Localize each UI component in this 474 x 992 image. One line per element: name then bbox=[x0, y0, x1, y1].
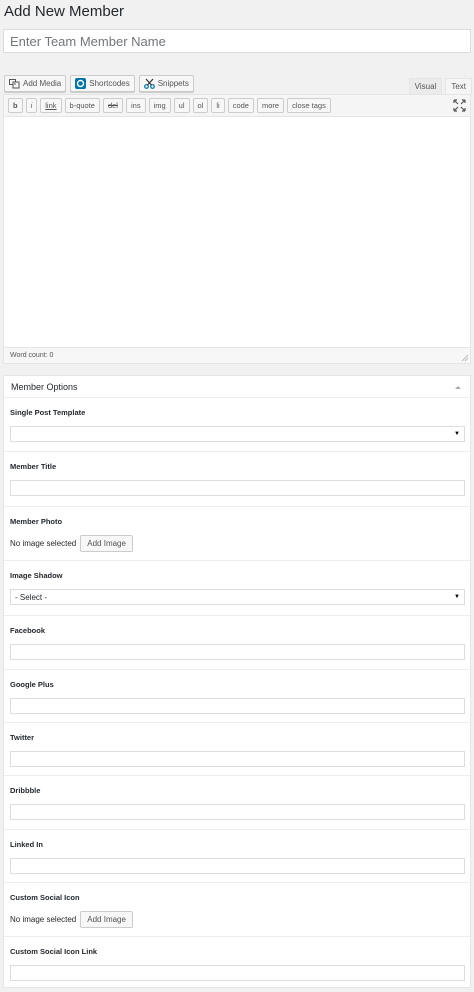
linked-in-input[interactable] bbox=[10, 858, 465, 874]
snippets-button[interactable]: Snippets bbox=[138, 75, 194, 92]
qt-del-button[interactable]: del bbox=[102, 98, 123, 113]
qt-close-tags-button[interactable]: close tags bbox=[287, 98, 331, 113]
qt-li-button[interactable]: li bbox=[211, 98, 225, 113]
dropdown-arrow-icon: ▼ bbox=[454, 594, 460, 600]
facebook-input[interactable] bbox=[10, 644, 465, 660]
add-media-label: Add Media bbox=[23, 79, 62, 88]
resize-handle-icon[interactable] bbox=[461, 354, 469, 362]
qt-bold-button[interactable]: b bbox=[8, 98, 23, 113]
member-photo-status: No image selected bbox=[10, 539, 77, 548]
field-member-photo: Member Photo No image selected Add Image bbox=[4, 507, 470, 561]
member-photo-row: No image selected Add Image bbox=[10, 535, 464, 552]
qt-italic-button[interactable]: i bbox=[25, 98, 38, 113]
image-shadow-value: - Select - bbox=[15, 592, 48, 602]
dropdown-arrow-icon: ▼ bbox=[454, 431, 460, 437]
fullscreen-icon[interactable] bbox=[453, 99, 466, 112]
image-shadow-label: Image Shadow bbox=[10, 571, 63, 580]
member-title-label: Member Title bbox=[10, 462, 57, 471]
field-single-post-template: Single Post Template ▼ bbox=[4, 398, 470, 452]
content-textarea[interactable] bbox=[4, 117, 470, 347]
page-title: Add New Member bbox=[4, 3, 125, 20]
single-post-template-select[interactable]: ▼ bbox=[10, 426, 465, 442]
qt-img-button[interactable]: img bbox=[148, 98, 171, 113]
member-options-header[interactable]: Member Options bbox=[4, 376, 470, 398]
field-twitter: Twitter bbox=[4, 723, 470, 776]
google-plus-label: Google Plus bbox=[10, 680, 54, 689]
custom-social-icon-label: Custom Social Icon bbox=[10, 893, 80, 902]
google-plus-input[interactable] bbox=[10, 698, 465, 714]
member-photo-label: Member Photo bbox=[10, 517, 63, 526]
quicktags-toolbar: b i link b-quote del ins img ul ol li co… bbox=[4, 95, 470, 117]
shortcodes-button[interactable]: Shortcodes bbox=[70, 75, 135, 92]
twitter-input[interactable] bbox=[10, 751, 465, 767]
dribbble-label: Dribbble bbox=[10, 786, 41, 795]
linked-in-label: Linked In bbox=[10, 840, 43, 849]
shortcodes-label: Shortcodes bbox=[89, 79, 130, 88]
member-title-input[interactable] bbox=[10, 480, 465, 496]
word-count: Word count: 0 bbox=[10, 352, 54, 359]
facebook-label: Facebook bbox=[10, 626, 46, 635]
custom-social-icon-row: No image selected Add Image bbox=[10, 911, 464, 928]
dribbble-input[interactable] bbox=[10, 804, 465, 820]
qt-more-button[interactable]: more bbox=[256, 98, 285, 113]
qt-code-button[interactable]: code bbox=[227, 98, 254, 113]
tab-text[interactable]: Text bbox=[445, 78, 472, 94]
add-media-button[interactable]: Add Media bbox=[4, 75, 67, 92]
qt-ins-button[interactable]: ins bbox=[125, 98, 146, 113]
shortcodes-icon bbox=[75, 78, 87, 89]
single-post-template-label: Single Post Template bbox=[10, 408, 86, 417]
qt-bquote-button[interactable]: b-quote bbox=[64, 98, 100, 113]
member-options-title: Member Options bbox=[11, 381, 78, 392]
custom-social-icon-link-input[interactable] bbox=[10, 965, 465, 981]
field-linked-in: Linked In bbox=[4, 830, 470, 883]
custom-social-icon-link-label: Custom Social Icon Link bbox=[10, 947, 98, 956]
member-options-box: Member Options Single Post Template ▼ Me… bbox=[3, 375, 471, 988]
status-bar: Word count: 0 bbox=[4, 347, 470, 363]
field-custom-social-icon-link: Custom Social Icon Link bbox=[4, 937, 470, 989]
collapse-arrow-icon[interactable] bbox=[454, 383, 462, 391]
twitter-label: Twitter bbox=[10, 733, 35, 742]
field-image-shadow: Image Shadow - Select - ▼ bbox=[4, 561, 470, 616]
media-buttons: Add Media Shortcodes Snippets bbox=[4, 75, 194, 92]
qt-link-button[interactable]: link bbox=[40, 98, 62, 113]
field-member-title: Member Title bbox=[4, 452, 470, 507]
custom-social-icon-status: No image selected bbox=[10, 915, 77, 924]
custom-social-icon-add-image-button[interactable]: Add Image bbox=[80, 911, 133, 928]
member-name-input[interactable] bbox=[3, 29, 471, 53]
tab-visual[interactable]: Visual bbox=[408, 78, 443, 94]
qt-ul-button[interactable]: ul bbox=[173, 98, 190, 113]
media-icon bbox=[9, 78, 20, 89]
scissors-icon bbox=[143, 78, 155, 89]
field-facebook: Facebook bbox=[4, 616, 470, 670]
member-photo-add-image-button[interactable]: Add Image bbox=[80, 535, 133, 552]
snippets-label: Snippets bbox=[157, 79, 189, 88]
content-editor: b i link b-quote del ins img ul ol li co… bbox=[3, 94, 471, 364]
field-google-plus: Google Plus bbox=[4, 670, 470, 723]
editor-tabs: Visual Text bbox=[408, 78, 472, 94]
field-dribbble: Dribbble bbox=[4, 776, 470, 830]
qt-ol-button[interactable]: ol bbox=[192, 98, 209, 113]
field-custom-social-icon: Custom Social Icon No image selected Add… bbox=[4, 883, 470, 937]
image-shadow-select[interactable]: - Select - ▼ bbox=[10, 589, 465, 605]
